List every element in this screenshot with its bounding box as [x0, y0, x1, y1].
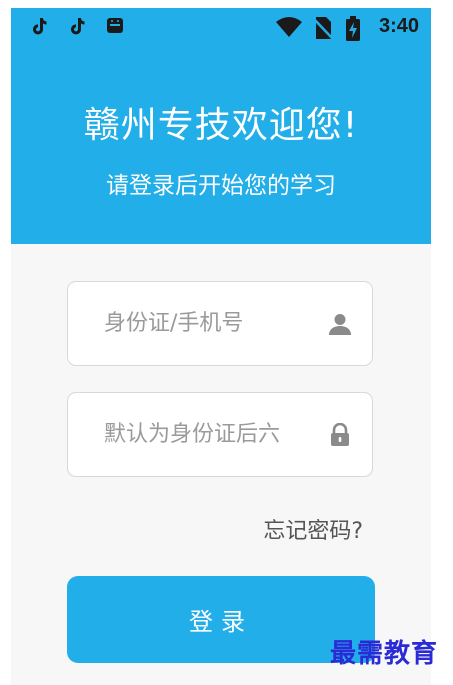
page-title: 赣州专技欢迎您!	[83, 105, 359, 146]
page-subtitle: 请登录后开始您的学习	[106, 173, 336, 199]
username-input[interactable]	[104, 282, 314, 365]
no-sim-icon	[312, 16, 335, 40]
wifi-icon	[275, 16, 303, 38]
username-field-container	[67, 281, 373, 366]
app-screen: 3:40 赣州专技欢迎您! 请登录后开始您的学习 忘记密码? 登录	[11, 8, 431, 685]
forgot-password-link[interactable]: 忘记密码?	[263, 513, 363, 545]
lock-icon	[328, 422, 352, 447]
user-icon	[328, 312, 352, 336]
tiktok-icon	[31, 16, 53, 38]
password-field-container	[67, 392, 373, 477]
android-icon	[106, 16, 128, 38]
battery-charging-icon	[345, 16, 361, 41]
tiktok-icon	[69, 16, 91, 38]
login-button[interactable]: 登录	[67, 576, 375, 663]
status-time: 3:40	[378, 15, 419, 37]
status-bar: 3:40	[11, 8, 431, 48]
watermark-text: 最需教育	[330, 639, 439, 669]
password-input[interactable]	[104, 393, 314, 476]
header-banner: 3:40 赣州专技欢迎您! 请登录后开始您的学习	[11, 8, 431, 244]
